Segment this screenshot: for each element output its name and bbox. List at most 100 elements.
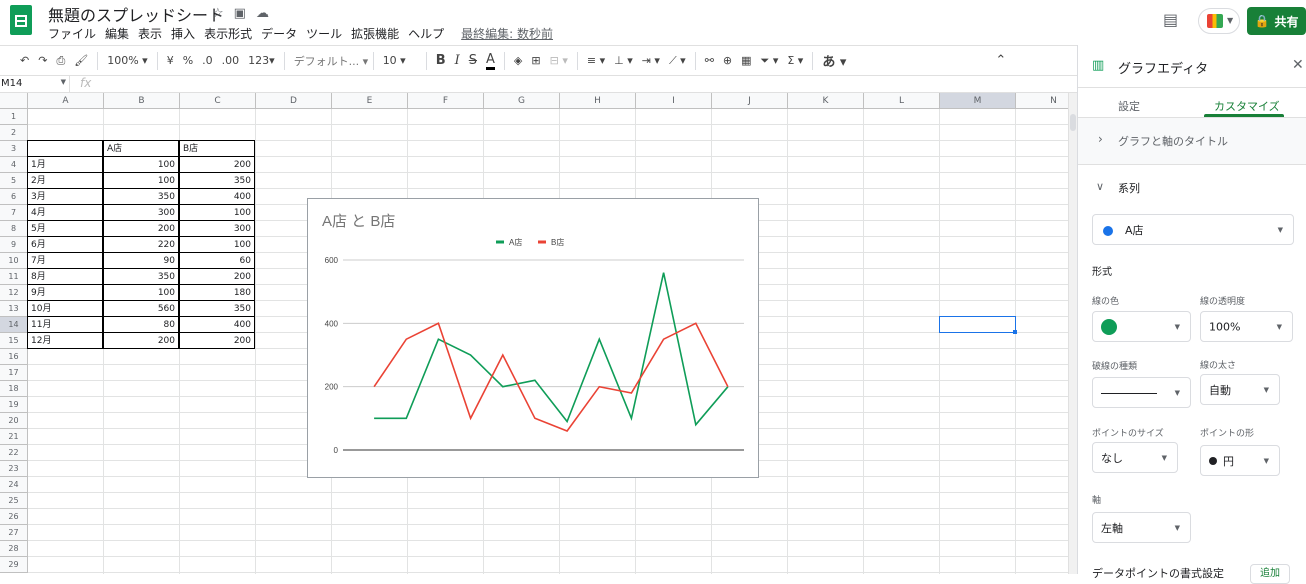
column-header[interactable]: B	[104, 93, 180, 109]
row-header[interactable]: 21	[0, 429, 28, 445]
row-header[interactable]: 24	[0, 477, 28, 493]
meet-button[interactable]: ▼	[1198, 8, 1240, 34]
column-header[interactable]: A	[28, 93, 104, 109]
table-cell[interactable]: 560	[103, 300, 179, 317]
table-cell[interactable]: 2月	[27, 172, 103, 189]
close-icon[interactable]: ✕	[1292, 57, 1304, 73]
axis-select[interactable]: 左軸 ▼	[1092, 512, 1191, 543]
currency-button[interactable]: ¥	[167, 54, 174, 67]
comment-icon[interactable]: ⊕	[723, 54, 732, 67]
table-cell[interactable]: 100	[103, 156, 179, 173]
column-header[interactable]: H	[560, 93, 636, 109]
strikethrough-button[interactable]: S	[469, 53, 477, 68]
table-cell[interactable]: 10月	[27, 300, 103, 317]
selected-cell[interactable]	[939, 316, 1016, 333]
add-button[interactable]: 追加	[1250, 564, 1290, 584]
menu-item[interactable]: ツール	[306, 25, 342, 41]
italic-button[interactable]: I	[455, 53, 460, 68]
menu-item[interactable]: 拡張機能	[351, 25, 399, 41]
row-header[interactable]: 18	[0, 381, 28, 397]
redo-icon[interactable]: ↷	[38, 54, 47, 67]
undo-icon[interactable]: ↶	[20, 54, 29, 67]
table-cell[interactable]: 100	[179, 204, 255, 221]
row-header[interactable]: 12	[0, 285, 28, 301]
font-select[interactable]: デフォルト... ▾	[294, 53, 369, 69]
table-cell[interactable]: 100	[103, 172, 179, 189]
point-size-select[interactable]: なし ▼	[1092, 442, 1178, 473]
column-header[interactable]: J	[712, 93, 788, 109]
table-cell[interactable]: 11月	[27, 316, 103, 333]
paint-format-icon[interactable]: 🖌	[74, 54, 88, 67]
table-cell[interactable]: 90	[103, 252, 179, 269]
star-icon[interactable]: ☆	[212, 6, 234, 21]
table-cell[interactable]: 5月	[27, 220, 103, 237]
table-cell[interactable]: 400	[179, 316, 255, 333]
table-cell[interactable]: 1月	[27, 156, 103, 173]
table-cell[interactable]: 220	[103, 236, 179, 253]
text-rotate-icon[interactable]: ⟋ ▾	[669, 54, 686, 68]
table-cell[interactable]: 200	[103, 220, 179, 237]
decrease-decimal-button[interactable]: .0	[202, 54, 213, 67]
table-cell[interactable]: A店	[103, 140, 179, 157]
vertical-scrollbar[interactable]	[1068, 93, 1077, 574]
last-edit-link[interactable]: 最終編集: 数秒前	[461, 25, 553, 41]
chart-icon[interactable]: ▦	[741, 54, 751, 67]
filter-icon[interactable]: ⏷ ▾	[761, 54, 779, 68]
column-header[interactable]: I	[636, 93, 712, 109]
bold-button[interactable]: B	[436, 53, 446, 68]
row-header[interactable]: 11	[0, 269, 28, 285]
functions-icon[interactable]: Σ ▾	[787, 54, 803, 67]
section-chart-axis-titles[interactable]: › グラフと軸のタイトル	[1078, 118, 1306, 164]
row-header[interactable]: 9	[0, 237, 28, 253]
share-button[interactable]: 🔒 共有	[1247, 7, 1306, 35]
row-header[interactable]: 8	[0, 221, 28, 237]
point-shape-select[interactable]: 円 ▼	[1200, 445, 1280, 476]
collapse-toolbar-icon[interactable]: ⌃	[995, 53, 1006, 68]
row-header[interactable]: 20	[0, 413, 28, 429]
menu-item[interactable]: 編集	[105, 25, 129, 41]
column-header[interactable]: L	[864, 93, 940, 109]
row-header[interactable]: 1	[0, 109, 28, 125]
fill-handle[interactable]	[1013, 330, 1017, 334]
row-header[interactable]: 7	[0, 205, 28, 221]
series-select[interactable]: A店 ▼	[1092, 214, 1294, 245]
zoom-select[interactable]: 100% ▾	[107, 54, 147, 67]
table-cell[interactable]: 300	[179, 220, 255, 237]
table-cell[interactable]: 180	[179, 284, 255, 301]
menu-item[interactable]: データ	[261, 25, 297, 41]
column-header[interactable]: D	[256, 93, 332, 109]
print-icon[interactable]: ⎙	[56, 54, 65, 68]
line-color-select[interactable]: ▼	[1092, 311, 1191, 342]
cloud-status-icon[interactable]: ☁	[256, 6, 279, 21]
text-wrap-icon[interactable]: ⇥ ▾	[642, 54, 660, 67]
table-cell[interactable]: 80	[103, 316, 179, 333]
table-cell[interactable]: 3月	[27, 188, 103, 205]
percent-button[interactable]: %	[183, 54, 193, 67]
name-box[interactable]: M14 ▼	[0, 76, 70, 93]
tab-customize[interactable]: カスタマイズ	[1214, 98, 1280, 114]
table-cell[interactable]: 350	[179, 300, 255, 317]
table-cell[interactable]: 400	[179, 188, 255, 205]
row-header[interactable]: 16	[0, 349, 28, 365]
fill-color-icon[interactable]: ◈	[514, 54, 522, 67]
row-header[interactable]: 23	[0, 461, 28, 477]
row-header[interactable]: 2	[0, 125, 28, 141]
column-header[interactable]: F	[408, 93, 484, 109]
row-header[interactable]: 19	[0, 397, 28, 413]
menu-item[interactable]: ヘルプ	[408, 25, 444, 41]
table-cell[interactable]: 9月	[27, 284, 103, 301]
borders-icon[interactable]: ⊞	[531, 54, 540, 67]
number-format-select[interactable]: 123▾	[248, 54, 275, 67]
scrollbar-thumb[interactable]	[1070, 114, 1076, 131]
dash-type-select[interactable]: ▼	[1092, 377, 1191, 408]
row-header[interactable]: 29	[0, 557, 28, 573]
table-cell[interactable]: 350	[179, 172, 255, 189]
table-cell[interactable]: 7月	[27, 252, 103, 269]
row-header[interactable]: 25	[0, 493, 28, 509]
menu-item[interactable]: 表示形式	[204, 25, 252, 41]
table-cell[interactable]: 4月	[27, 204, 103, 221]
line-chart[interactable]: A店 と B店 A店 B店 0 200 400 600	[307, 198, 759, 478]
table-cell[interactable]	[27, 140, 103, 157]
title-icons[interactable]: ☆▣☁	[212, 6, 279, 21]
row-header[interactable]: 3	[0, 141, 28, 157]
